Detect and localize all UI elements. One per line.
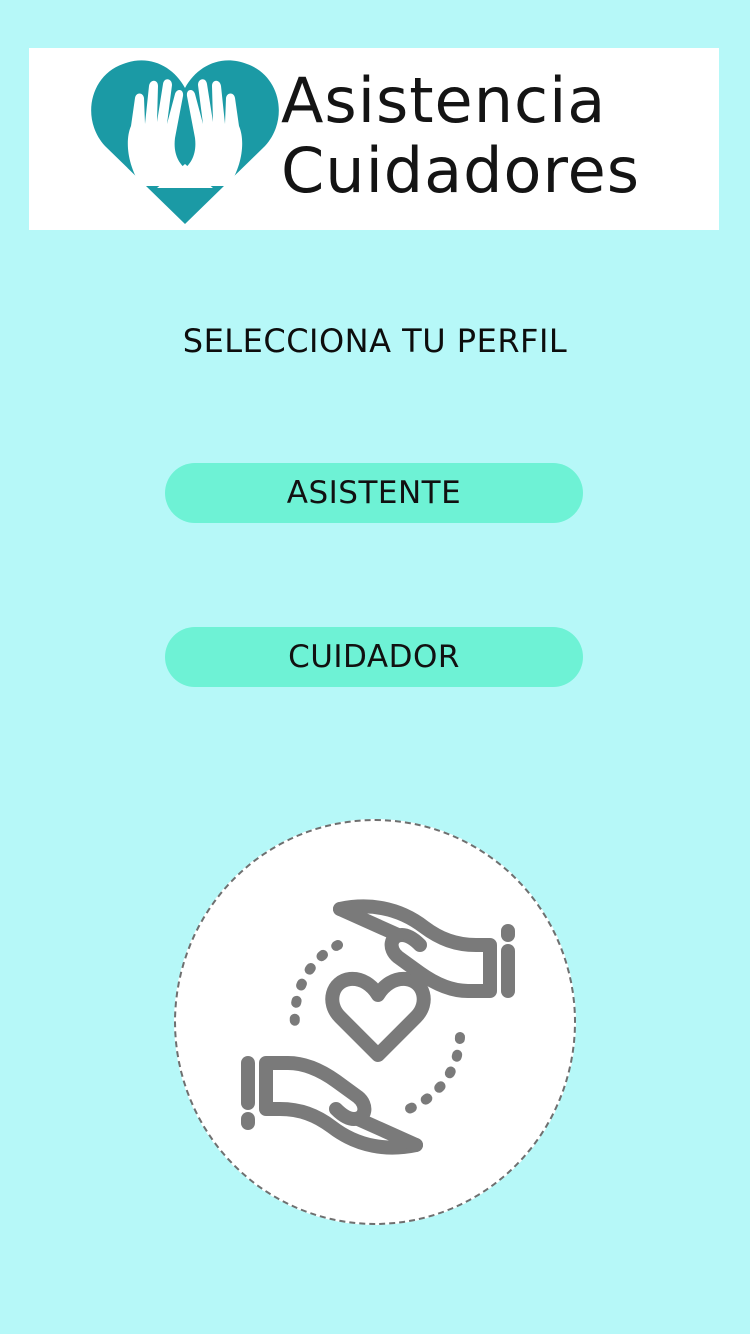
caring-hands-heart-icon — [241, 899, 515, 1155]
logo-text-line1: Asistencia — [281, 64, 607, 137]
logo-text: Asistencia Cuidadores — [281, 66, 640, 206]
heart-hands-icon — [91, 60, 279, 225]
cuidador-button[interactable]: CUIDADOR — [165, 627, 583, 687]
care-illustration — [174, 819, 576, 1225]
logo-text-line2: Cuidadores — [281, 134, 641, 207]
asistente-button[interactable]: ASISTENTE — [165, 463, 583, 523]
logo-banner: Asistencia Cuidadores — [29, 48, 719, 230]
page-title: SELECCIONA TU PERFIL — [182, 322, 568, 360]
